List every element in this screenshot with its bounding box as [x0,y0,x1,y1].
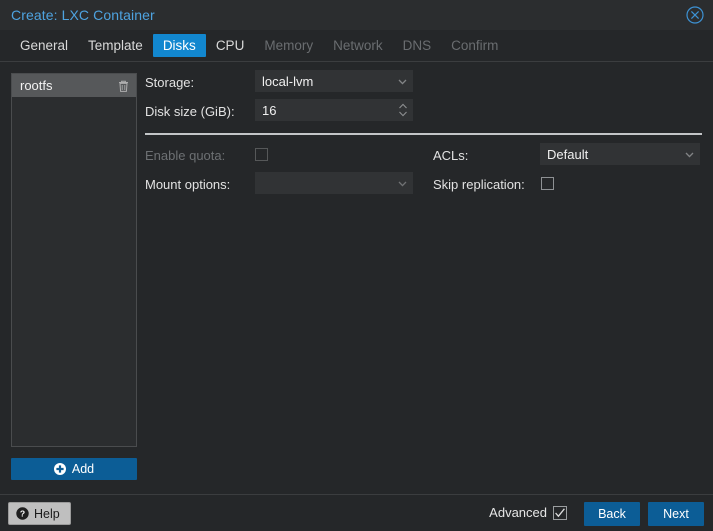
back-button[interactable]: Back [584,502,640,526]
acls-label: ACLs: [433,148,468,163]
enable-quota-label-row: Enable quota: [145,148,225,163]
advanced-toggle[interactable]: Advanced [489,505,567,520]
disk-size-label: Disk size (GiB): [145,104,235,119]
advanced-checkbox[interactable] [553,506,567,520]
mount-options-label: Mount options: [145,177,230,192]
spinner-updown-icon[interactable] [397,101,409,119]
tab-cpu[interactable]: CPU [206,34,255,57]
skip-replication-label: Skip replication: [433,177,525,192]
skip-replication-checkbox[interactable] [541,177,554,190]
trash-icon[interactable] [117,79,130,93]
disk-item-label: rootfs [20,78,117,93]
dialog-footer: ? Help Advanced Back Next [0,494,713,531]
add-disk-label: Add [72,462,94,476]
chevron-down-icon [396,75,409,88]
plus-circle-icon [54,463,66,475]
dialog-titlebar: Create: LXC Container [0,0,713,30]
chevron-down-icon [683,148,696,161]
storage-label: Storage: [145,75,194,90]
disk-size-label-row: Disk size (GiB): [145,104,235,119]
acls-label-row: ACLs: [433,148,468,163]
question-circle-icon: ? [16,507,29,520]
dialog-title: Create: LXC Container [11,7,155,23]
advanced-label: Advanced [489,505,547,520]
disk-list-panel: rootfs [11,73,137,447]
acls-select[interactable]: Default [540,143,700,165]
mount-options-select[interactable] [255,172,413,194]
dialog-body: rootfs Add [0,62,713,494]
tab-network: Network [323,34,393,57]
acls-value: Default [547,147,683,162]
storage-value: local-lvm [262,74,396,89]
storage-select[interactable]: local-lvm [255,70,413,92]
disk-form: Storage: local-lvm Disk size (GiB): 16 [145,62,713,494]
mount-options-label-row: Mount options: [145,177,230,192]
skip-replication-label-row: Skip replication: [433,177,525,192]
tab-confirm: Confirm [441,34,508,57]
enable-quota-label: Enable quota: [145,148,225,163]
next-button[interactable]: Next [648,502,704,526]
section-divider [145,133,702,135]
svg-text:?: ? [20,509,25,519]
tab-general[interactable]: General [10,34,78,57]
disk-size-input[interactable]: 16 [255,99,413,121]
list-item[interactable]: rootfs [12,74,136,97]
tab-dns: DNS [393,34,442,57]
create-lxc-container-dialog: Create: LXC Container General Template D… [0,0,713,531]
close-icon[interactable] [686,6,704,24]
tab-template[interactable]: Template [78,34,153,57]
disk-size-value: 16 [262,103,397,118]
help-button[interactable]: ? Help [8,502,71,525]
wizard-tabbar: General Template Disks CPU Memory Networ… [0,30,713,62]
help-label: Help [34,507,60,521]
chevron-down-icon [396,177,409,190]
enable-quota-checkbox [255,148,268,161]
tab-memory: Memory [254,34,323,57]
storage-label-row: Storage: [145,75,194,90]
tab-disks[interactable]: Disks [153,34,206,57]
add-disk-button[interactable]: Add [11,458,137,480]
